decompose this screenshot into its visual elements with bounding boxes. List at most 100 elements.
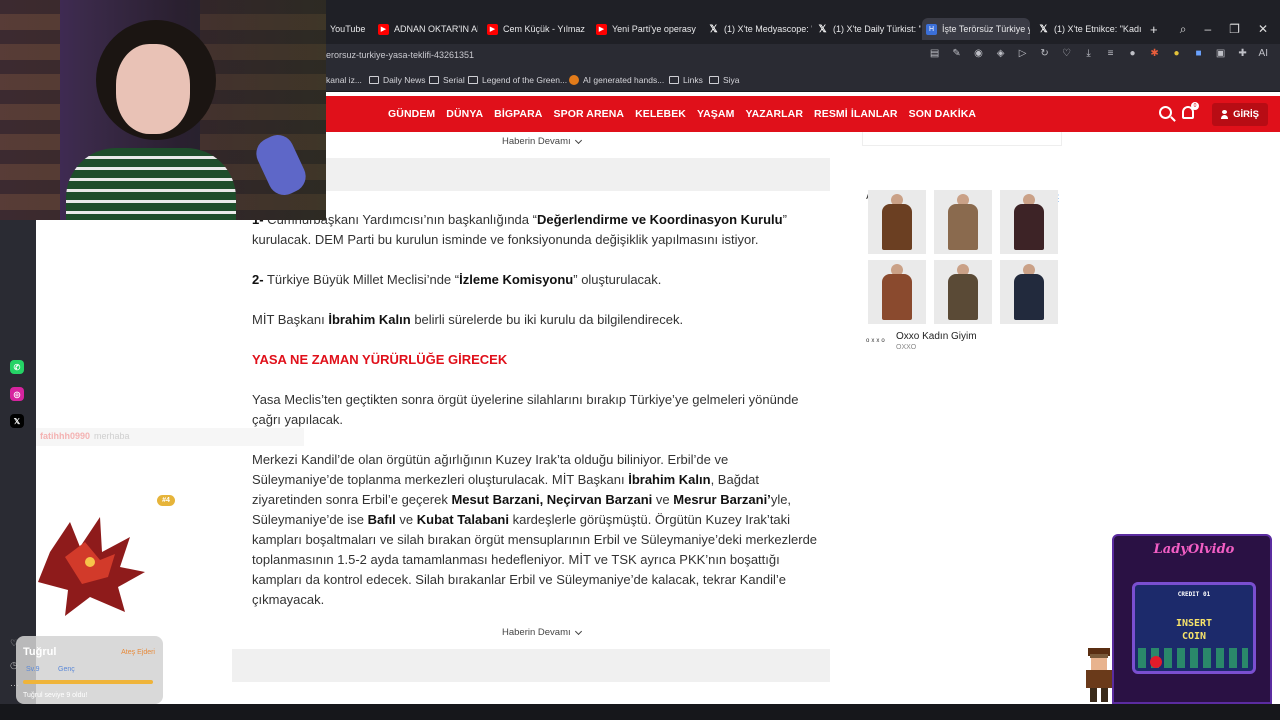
text: MİT Başkanı — [252, 312, 329, 327]
ad-brand-logo[interactable]: oxxo — [866, 338, 887, 344]
play-icon[interactable]: ▷ — [1017, 48, 1029, 59]
youtube-icon: ▶ — [378, 23, 389, 35]
tab-yeni-parti[interactable]: ▶ Yeni Parti'ye operasyon h — [592, 18, 696, 40]
nav-yasam[interactable]: YAŞAM — [697, 108, 734, 120]
ad-product[interactable] — [868, 260, 926, 324]
coat-image — [882, 274, 912, 320]
tab-daily-turkist[interactable]: 𝕏 (1) X'te Daily Türkist: "Ter — [813, 18, 921, 40]
minimize-icon[interactable]: – — [1204, 22, 1211, 36]
bookmark-label: AI generated hands... — [583, 75, 665, 85]
maximize-icon[interactable]: ❐ — [1229, 22, 1240, 36]
instagram-icon: ◎ — [10, 387, 24, 401]
user-icon — [1221, 110, 1229, 119]
ad-title[interactable]: Oxxo Kadın Giyim — [896, 331, 977, 342]
nav-yazarlar[interactable]: YAZARLAR — [745, 108, 803, 120]
bookmark-serial[interactable]: Serial — [429, 75, 465, 85]
tab-cem-kucuk[interactable]: ▶ Cem Küçük - Yılmaz Özd — [483, 18, 587, 40]
article-paragraph-3: MİT Başkanı İbrahim Kalın belirli sürele… — [252, 310, 812, 330]
nav-dunya[interactable]: DÜNYA — [446, 108, 483, 120]
shield-icon[interactable]: ◈ — [995, 48, 1007, 59]
ad-product[interactable] — [934, 260, 992, 324]
edit-icon[interactable]: ✎ — [951, 48, 963, 59]
arcade-insert-coin: INSERT COIN — [1135, 617, 1253, 643]
extension-icon[interactable]: ● — [1171, 48, 1183, 59]
ad-product[interactable] — [934, 190, 992, 254]
nav-kelebek[interactable]: KELEBEK — [635, 108, 686, 120]
bookmark-links[interactable]: Links — [669, 75, 703, 85]
close-icon[interactable]: ✕ — [1258, 22, 1268, 36]
nav-spor-arena[interactable]: SPOR ARENA — [553, 108, 624, 120]
nav-resmi-ilanlar[interactable]: RESMİ İLANLAR — [814, 108, 898, 120]
extension-icon[interactable]: ▣ — [1215, 48, 1227, 59]
folder-icon — [429, 76, 439, 84]
bookmark-siya[interactable]: Siya — [709, 75, 740, 85]
search-icon[interactable] — [1159, 106, 1172, 119]
read-more-link[interactable]: Haberin Devamı — [502, 136, 582, 147]
url-field[interactable]: erorsuz-turkiye-yasa-teklifi-43261351 — [326, 50, 474, 60]
new-tab-button[interactable]: + — [1146, 18, 1162, 40]
bookmark-legend[interactable]: Legend of the Green... — [468, 75, 567, 85]
chat-username: fatihhh0990 — [40, 431, 91, 441]
reader-icon[interactable]: ▤ — [929, 48, 941, 59]
login-button[interactable]: GİRİŞ — [1212, 103, 1268, 126]
tab-youtube[interactable]: YouTube — [326, 18, 372, 40]
ad-product[interactable] — [1000, 190, 1058, 254]
bold-text: Değerlendirme ve Koordinasyon Kurulu — [536, 212, 783, 227]
read-more-label: Haberin Devamı — [502, 627, 571, 638]
youtube-icon: ▶ — [596, 23, 607, 35]
read-more-link-bottom[interactable]: Haberin Devamı — [502, 627, 582, 638]
search-tabs-icon[interactable]: ⌕ — [1180, 22, 1187, 37]
puzzle-icon[interactable]: ✚ — [1237, 48, 1249, 59]
screen: YouTube ▶ ADNAN OKTAR'IN ARŞİV ▶ Cem Küç… — [0, 0, 1280, 720]
x-icon: 𝕏 — [709, 23, 718, 35]
notification-badge: 0 — [1191, 102, 1199, 110]
tab-label: Yeni Parti'ye operasyon h — [612, 24, 696, 34]
tab-medyascope[interactable]: 𝕏 (1) X'te Medyascope: "YE — [704, 18, 812, 40]
camera-icon[interactable]: ◉ — [973, 48, 985, 59]
folder-icon — [468, 76, 478, 84]
refresh-icon[interactable]: ↻ — [1039, 48, 1051, 59]
profile-icon[interactable]: ● — [1127, 48, 1139, 59]
bookmark-daily-news[interactable]: Daily News — [369, 75, 426, 85]
haberturk-icon: H — [926, 23, 937, 35]
extension-icon[interactable]: ■ — [1193, 48, 1205, 59]
tab-adnan-oktar[interactable]: ▶ ADNAN OKTAR'IN ARŞİV — [374, 18, 478, 40]
nav-gundem[interactable]: GÜNDEM — [388, 108, 435, 120]
nav-bigpara[interactable]: BİGPARA — [494, 108, 542, 120]
ad-subtitle: OXXO — [896, 344, 917, 351]
nav-son-dakika[interactable]: SON DAKİKA — [909, 108, 977, 120]
ad-product[interactable] — [1000, 260, 1058, 324]
bookmark-label: Links — [683, 75, 703, 85]
main-nav: GÜNDEM DÜNYA BİGPARA SPOR ARENA KELEBEK … — [388, 96, 976, 132]
menu-icon[interactable]: ≡ — [1105, 48, 1117, 59]
webcam-overlay — [0, 0, 326, 220]
text: Türkiye Büyük Millet Meclisi’nde “ — [263, 272, 460, 287]
bold-text: Kubat Talabani — [416, 512, 509, 527]
social-rail: ✆ ◎ 𝕏 ♡ ◷ ⋯ — [0, 220, 36, 704]
chevron-down-icon — [574, 627, 582, 635]
coat-image — [882, 204, 912, 250]
joystick — [1150, 656, 1162, 668]
text: ve — [395, 512, 417, 527]
chat-message: fatihhh0990 merhaba — [36, 428, 304, 446]
streamer-face — [116, 44, 190, 134]
read-more-label: Haberin Devamı — [502, 136, 571, 147]
extension-icon[interactable]: ✱ — [1149, 48, 1161, 59]
ai-site-icon — [569, 75, 579, 85]
ad-product[interactable] — [868, 190, 926, 254]
bold-text: İbrahim Kalın — [328, 312, 411, 327]
chat-text: merhaba — [94, 431, 130, 441]
bookmark-item[interactable]: kanal iz... — [326, 75, 362, 85]
bell-icon[interactable]: 0 — [1182, 102, 1199, 119]
tab-active-article[interactable]: H İşte Terörsüz Türkiye yasa — [922, 18, 1030, 40]
alert-level: Sv.9 — [26, 666, 40, 673]
heart-icon[interactable]: ♡ — [1061, 48, 1073, 59]
bookmark-ai-hands[interactable]: AI generated hands... — [569, 75, 664, 85]
arcade-logo: LadyOlvido — [1153, 542, 1235, 557]
ai-button[interactable]: AI — [1259, 48, 1268, 59]
download-icon[interactable]: ⤓ — [1083, 48, 1095, 59]
ad-product-grid[interactable] — [868, 190, 1058, 324]
article-paragraph-2: 2- Türkiye Büyük Millet Meclisi’nde “İzl… — [252, 270, 812, 290]
bookmark-label: Siya — [723, 75, 740, 85]
tab-etnikce[interactable]: 𝕏 (1) X'te Etnikce: "Kadın te — [1034, 18, 1142, 40]
